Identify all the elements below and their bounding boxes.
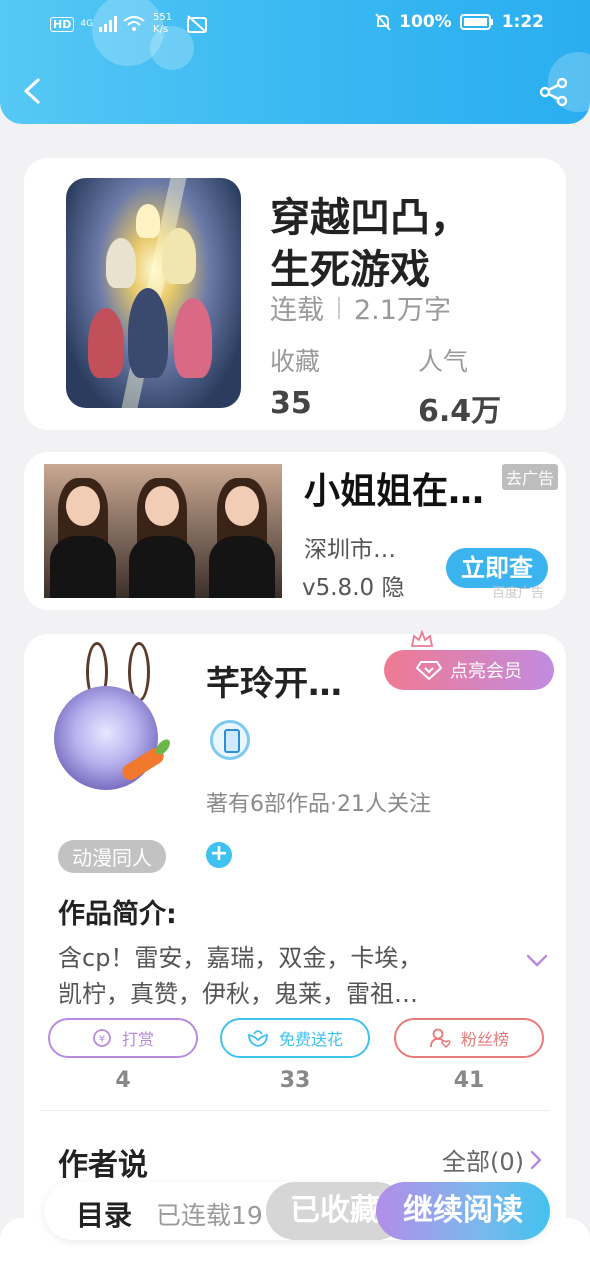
favorites-label: 收藏 bbox=[270, 347, 321, 376]
vip-button[interactable]: 点亮会员 bbox=[384, 650, 554, 690]
book-meta: 连载 2.1万字 bbox=[270, 288, 451, 327]
flower-icon bbox=[248, 1030, 268, 1047]
vip-button-label: 点亮会员 bbox=[450, 661, 522, 682]
top-header: HD 4G 551 K/s 100% 1:22 bbox=[0, 0, 590, 124]
status-bar: HD 4G 551 K/s 100% 1:22 bbox=[0, 10, 590, 40]
crown-icon bbox=[410, 630, 434, 647]
tip-count: 4 bbox=[115, 1068, 131, 1093]
diamond-icon bbox=[416, 661, 442, 680]
ad-source: 百度广告 bbox=[491, 586, 544, 601]
ad-company: 深圳市… bbox=[304, 537, 396, 563]
share-icon[interactable] bbox=[538, 76, 570, 108]
book-cover[interactable] bbox=[66, 178, 241, 408]
intro-heading: 作品简介: bbox=[58, 899, 177, 930]
chevron-right-icon bbox=[530, 1150, 542, 1169]
tip-button[interactable]: ¥ 打赏 bbox=[48, 1018, 198, 1058]
network-type: 4G bbox=[80, 19, 94, 29]
ad-image[interactable] bbox=[44, 464, 282, 598]
book-info-card: 穿越凹凸， 生死游戏 连载 2.1万字 收藏 35 人气 6.4万 bbox=[24, 158, 566, 430]
book-status: 连载 bbox=[270, 295, 324, 326]
ad-banner[interactable]: 小姐姐在… 去广告 深圳市… v5.8.0 隐 立即查 百度广告 bbox=[24, 452, 566, 610]
fan-count: 41 bbox=[453, 1068, 485, 1093]
genre-tag[interactable]: 动漫同人 bbox=[58, 840, 166, 873]
all-comments-link[interactable]: 全部(0) bbox=[442, 1142, 542, 1177]
battery-percent: 100% bbox=[399, 12, 452, 32]
bell-muted-icon bbox=[375, 13, 391, 31]
reading-bar: 目录 已连载19 已收藏 继续阅读 bbox=[44, 1182, 550, 1240]
notification-muted-icon bbox=[187, 15, 208, 33]
signal-icon bbox=[99, 16, 118, 32]
remove-ad-button[interactable]: 去广告 bbox=[501, 464, 558, 490]
favorites-value: 35 bbox=[270, 386, 312, 421]
author-name[interactable]: 芊玲开… bbox=[206, 656, 342, 705]
avatar[interactable] bbox=[54, 686, 158, 790]
network-speed: 551 K/s bbox=[153, 12, 173, 35]
author-card: 芊玲开… 点亮会员 著有6部作品·21人关注 动漫同人 + 作品简介: 含cp！… bbox=[24, 630, 566, 1254]
popularity-label: 人气 bbox=[418, 347, 469, 376]
back-arrow-icon[interactable] bbox=[18, 76, 48, 106]
ad-version: v5.8.0 隐 bbox=[302, 575, 405, 601]
expand-chevron-icon[interactable] bbox=[526, 954, 548, 968]
battery-icon bbox=[459, 14, 493, 30]
clock: 1:22 bbox=[501, 12, 544, 32]
svg-text:¥: ¥ bbox=[99, 1034, 105, 1045]
serial-progress: 已连载19 bbox=[156, 1201, 263, 1230]
intro-text[interactable]: 含cp！雷安，嘉瑞，双金，卡埃， 凯柠，真赞，伊秋，鬼莱，雷祖… bbox=[58, 940, 488, 1012]
add-tag-icon[interactable]: + bbox=[206, 842, 232, 868]
ad-title[interactable]: 小姐姐在… bbox=[304, 462, 484, 514]
word-count: 2.1万字 bbox=[354, 295, 451, 326]
wifi-icon bbox=[123, 16, 145, 31]
send-flower-button[interactable]: 免费送花 bbox=[220, 1018, 370, 1058]
author-says-heading: 作者说 bbox=[58, 1148, 148, 1183]
coin-icon: ¥ bbox=[93, 1029, 111, 1047]
divider bbox=[40, 1110, 550, 1111]
book-title: 穿越凹凸， 生死游戏 bbox=[270, 195, 470, 293]
flower-count: 33 bbox=[279, 1068, 311, 1093]
author-works-info: 著有6部作品·21人关注 bbox=[206, 792, 431, 817]
continue-reading-button[interactable]: 继续阅读 bbox=[376, 1182, 550, 1240]
meta-divider bbox=[338, 296, 340, 319]
author-badge-icon bbox=[210, 720, 250, 760]
fan-ranking-button[interactable]: 粉丝榜 bbox=[394, 1018, 544, 1058]
popularity-value: 6.4万 bbox=[418, 394, 502, 429]
user-heart-icon bbox=[430, 1028, 451, 1049]
toc-button[interactable]: 目录 bbox=[76, 1194, 132, 1234]
hd-indicator: HD bbox=[50, 16, 75, 32]
